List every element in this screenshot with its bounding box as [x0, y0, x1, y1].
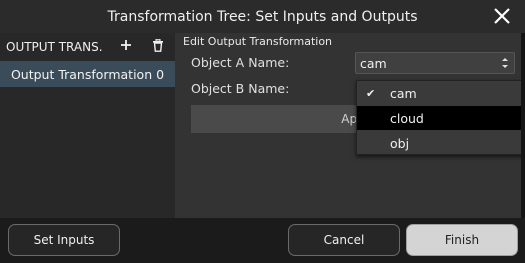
object-b-label: Object B Name: [191, 81, 290, 96]
object-a-label: Object A Name: [191, 55, 290, 70]
check-icon: ✔ [366, 86, 376, 100]
panel-header-label: OUTPUT TRANS. [6, 39, 103, 54]
panel-header: OUTPUT TRANS. [0, 33, 175, 60]
object-dropdown-menu: ✔ cam cloud obj [356, 80, 525, 155]
option-label: cloud [390, 110, 424, 126]
window-title: Transformation Tree: Set Inputs and Outp… [107, 8, 418, 25]
finish-label: Finish [444, 233, 480, 247]
dialog-footer: Set Inputs Cancel Finish [0, 218, 525, 263]
dropdown-option-cam[interactable]: ✔ cam [357, 81, 524, 105]
set-inputs-label: Set Inputs [33, 233, 95, 247]
dropdown-option-cloud[interactable]: cloud [357, 106, 524, 130]
option-label: cam [390, 85, 417, 101]
output-transformations-panel: OUTPUT TRANS. Output Transformation 0 [0, 33, 175, 218]
list-item-label: Output Transformation 0 [10, 66, 165, 82]
cancel-button[interactable]: Cancel [288, 224, 400, 256]
set-inputs-button[interactable]: Set Inputs [8, 224, 120, 256]
option-label: obj [390, 135, 410, 151]
delete-transformation-button[interactable] [146, 34, 170, 56]
cancel-label: Cancel [323, 233, 365, 247]
object-a-value: cam [360, 55, 387, 71]
add-transformation-button[interactable] [114, 34, 138, 56]
title-bar: Transformation Tree: Set Inputs and Outp… [0, 0, 525, 33]
up-down-arrows-icon [502, 58, 508, 68]
close-icon[interactable] [491, 5, 513, 27]
object-a-select[interactable]: cam [355, 52, 515, 74]
dropdown-option-obj[interactable]: obj [357, 131, 524, 155]
finish-button[interactable]: Finish [406, 224, 518, 256]
section-title: Edit Output Transformation [183, 35, 333, 48]
plus-icon [121, 40, 131, 50]
list-item[interactable]: Output Transformation 0 [0, 61, 175, 87]
trash-icon [153, 38, 163, 52]
